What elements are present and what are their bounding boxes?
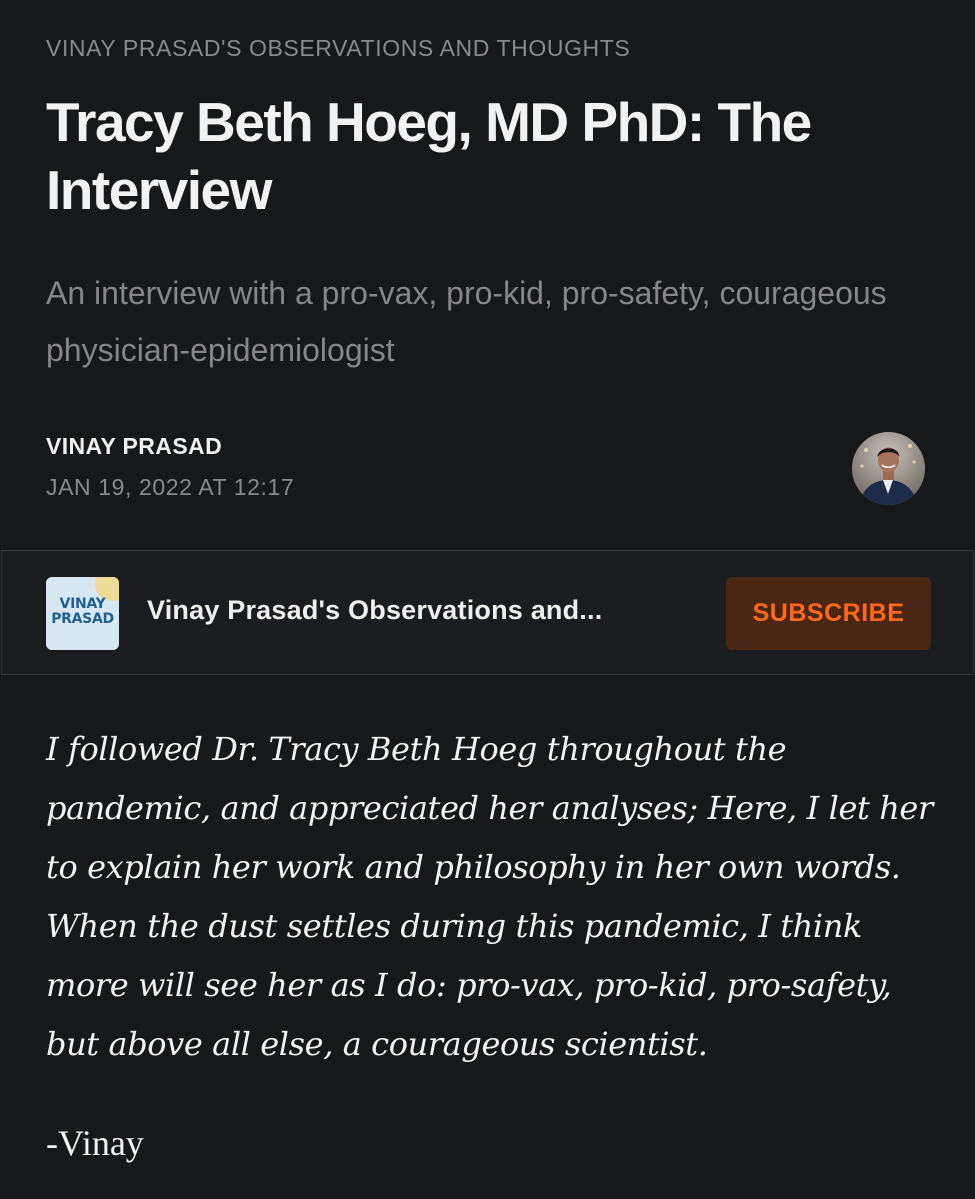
- author-name[interactable]: VINAY PRASAD: [46, 433, 222, 460]
- author-avatar-image: [852, 432, 925, 505]
- publication-name[interactable]: VINAY PRASAD'S OBSERVATIONS AND THOUGHTS: [46, 35, 630, 62]
- publication-logo[interactable]: VINAY PRASAD: [46, 577, 119, 650]
- publication-embed-card[interactable]: VINAY PRASAD Vinay Prasad's Observations…: [1, 550, 974, 675]
- post-date: JAN 19, 2022 AT 12:17: [46, 474, 295, 500]
- publication-embed-title[interactable]: Vinay Prasad's Observations and...: [147, 595, 687, 626]
- publication-logo-text: VINAY PRASAD: [51, 596, 114, 627]
- avatar[interactable]: [852, 432, 925, 505]
- intro-paragraph: I followed Dr. Tracy Beth Hoeg throughou…: [46, 730, 933, 1063]
- subscribe-button[interactable]: SUBSCRIBE: [726, 577, 931, 650]
- post-subtitle: An interview with a pro-vax, pro-kid, pr…: [46, 275, 887, 368]
- post-title: Tracy Beth Hoeg, MD PhD: The Interview: [46, 91, 812, 221]
- signature: -Vinay: [46, 1123, 144, 1163]
